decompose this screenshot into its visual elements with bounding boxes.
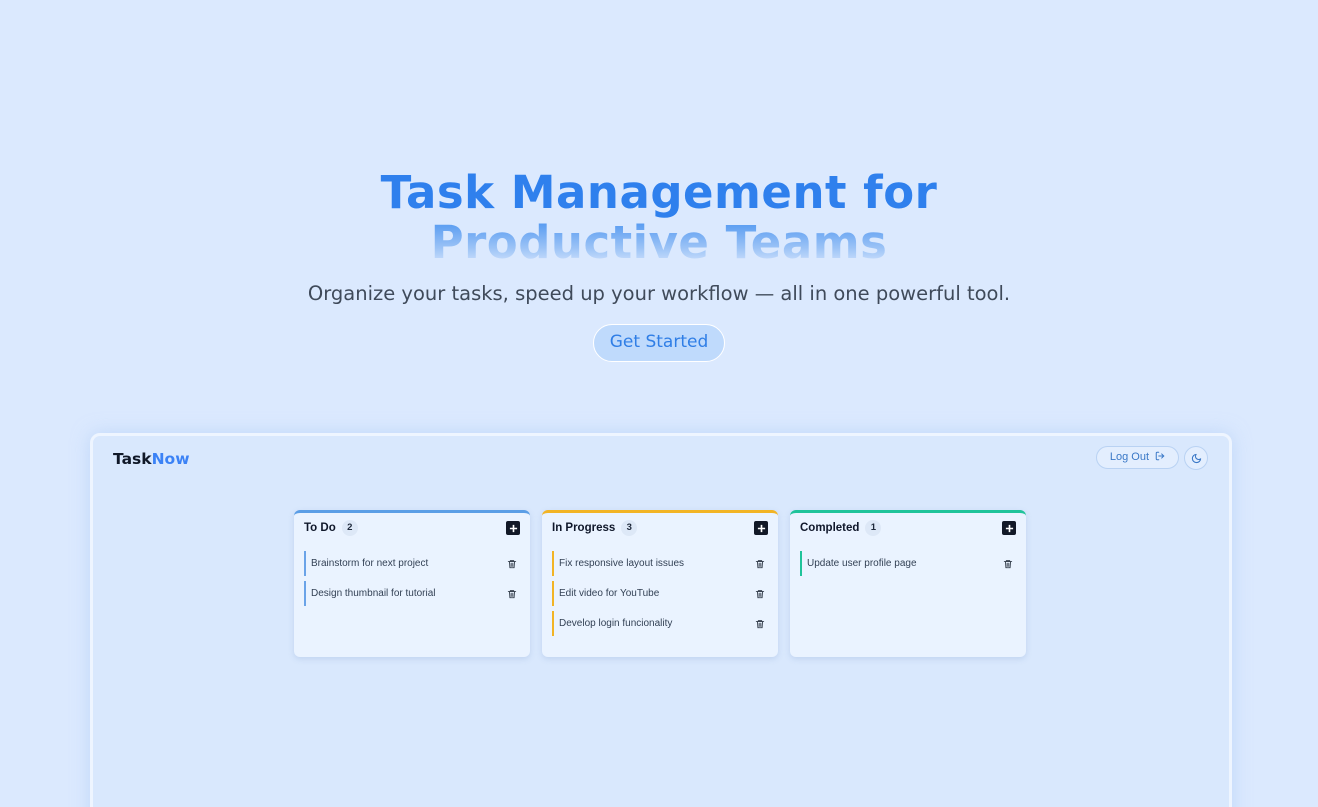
column-title: To Do [304, 522, 336, 534]
kanban-board: To Do 2 Brainstorm for next project Desi… [294, 510, 1026, 657]
moon-icon [1191, 453, 1201, 463]
delete-task-button[interactable] [755, 589, 765, 599]
hero-title-line1: Task Management for [380, 166, 938, 219]
trash-icon [1003, 559, 1013, 568]
theme-toggle-button[interactable] [1184, 446, 1208, 470]
column-header: Completed 1 [790, 513, 1026, 543]
column-completed: Completed 1 Update user profile page [790, 510, 1026, 657]
task-item[interactable]: Brainstorm for next project [304, 551, 520, 576]
column-title: In Progress [552, 522, 616, 534]
brand-part2: Now [151, 450, 190, 468]
column-title: Completed [800, 522, 860, 534]
task-count-badge: 1 [865, 520, 882, 536]
task-item[interactable]: Design thumbnail for tutorial [304, 581, 520, 606]
task-item[interactable]: Edit video for YouTube [552, 581, 768, 606]
task-text: Fix responsive layout issues [559, 558, 685, 569]
plus-icon [509, 524, 517, 532]
trash-icon [507, 559, 517, 568]
logout-button[interactable]: Log Out [1096, 446, 1179, 469]
delete-task-button[interactable] [507, 589, 517, 599]
plus-icon [1005, 524, 1013, 532]
task-text: Brainstorm for next project [311, 558, 429, 569]
trash-icon [755, 619, 765, 628]
delete-task-button[interactable] [755, 619, 765, 629]
task-item[interactable]: Develop login funcionality [552, 611, 768, 636]
delete-task-button[interactable] [755, 559, 765, 569]
hero-subtitle: Organize your tasks, speed up your workf… [307, 282, 1011, 305]
task-item[interactable]: Update user profile page [800, 551, 1016, 576]
task-text: Develop login funcionality [559, 618, 673, 629]
task-count-badge: 3 [621, 520, 638, 536]
trash-icon [507, 589, 517, 598]
hero-title: Task Management for Productive Teams [0, 168, 1318, 268]
get-started-button[interactable]: Get Started [592, 324, 726, 362]
delete-task-button[interactable] [1003, 559, 1013, 569]
task-item[interactable]: Fix responsive layout issues [552, 551, 768, 576]
trash-icon [755, 589, 765, 598]
column-in-progress: In Progress 3 Fix responsive layout issu… [542, 510, 778, 657]
add-task-button[interactable] [754, 521, 768, 535]
add-task-button[interactable] [506, 521, 520, 535]
delete-task-button[interactable] [507, 559, 517, 569]
column-header: To Do 2 [294, 513, 530, 543]
hero-section: Task Management for Productive Teams Org… [0, 168, 1318, 362]
add-task-button[interactable] [1002, 521, 1016, 535]
trash-icon [755, 559, 765, 568]
task-list: Brainstorm for next project Design thumb… [294, 543, 530, 606]
brand-logo: TaskNow [113, 450, 190, 468]
task-list: Update user profile page [790, 543, 1026, 576]
column-todo: To Do 2 Brainstorm for next project Desi… [294, 510, 530, 657]
task-text: Edit video for YouTube [559, 588, 660, 599]
column-header: In Progress 3 [542, 513, 778, 543]
logout-label: Log Out [1109, 451, 1150, 463]
plus-icon [757, 524, 765, 532]
task-text: Design thumbnail for tutorial [311, 588, 436, 599]
task-text: Update user profile page [807, 558, 917, 569]
task-list: Fix responsive layout issues Edit video … [542, 543, 778, 636]
logout-icon [1155, 451, 1165, 461]
app-preview: TaskNow Log Out To Do 2 Brainstorm for n… [90, 433, 1232, 807]
hero-title-line2: Productive Teams [0, 218, 1318, 268]
landing-page: Task Management for Productive Teams Org… [0, 0, 1318, 807]
brand-part1: Task [113, 450, 152, 468]
task-count-badge: 2 [341, 520, 358, 536]
